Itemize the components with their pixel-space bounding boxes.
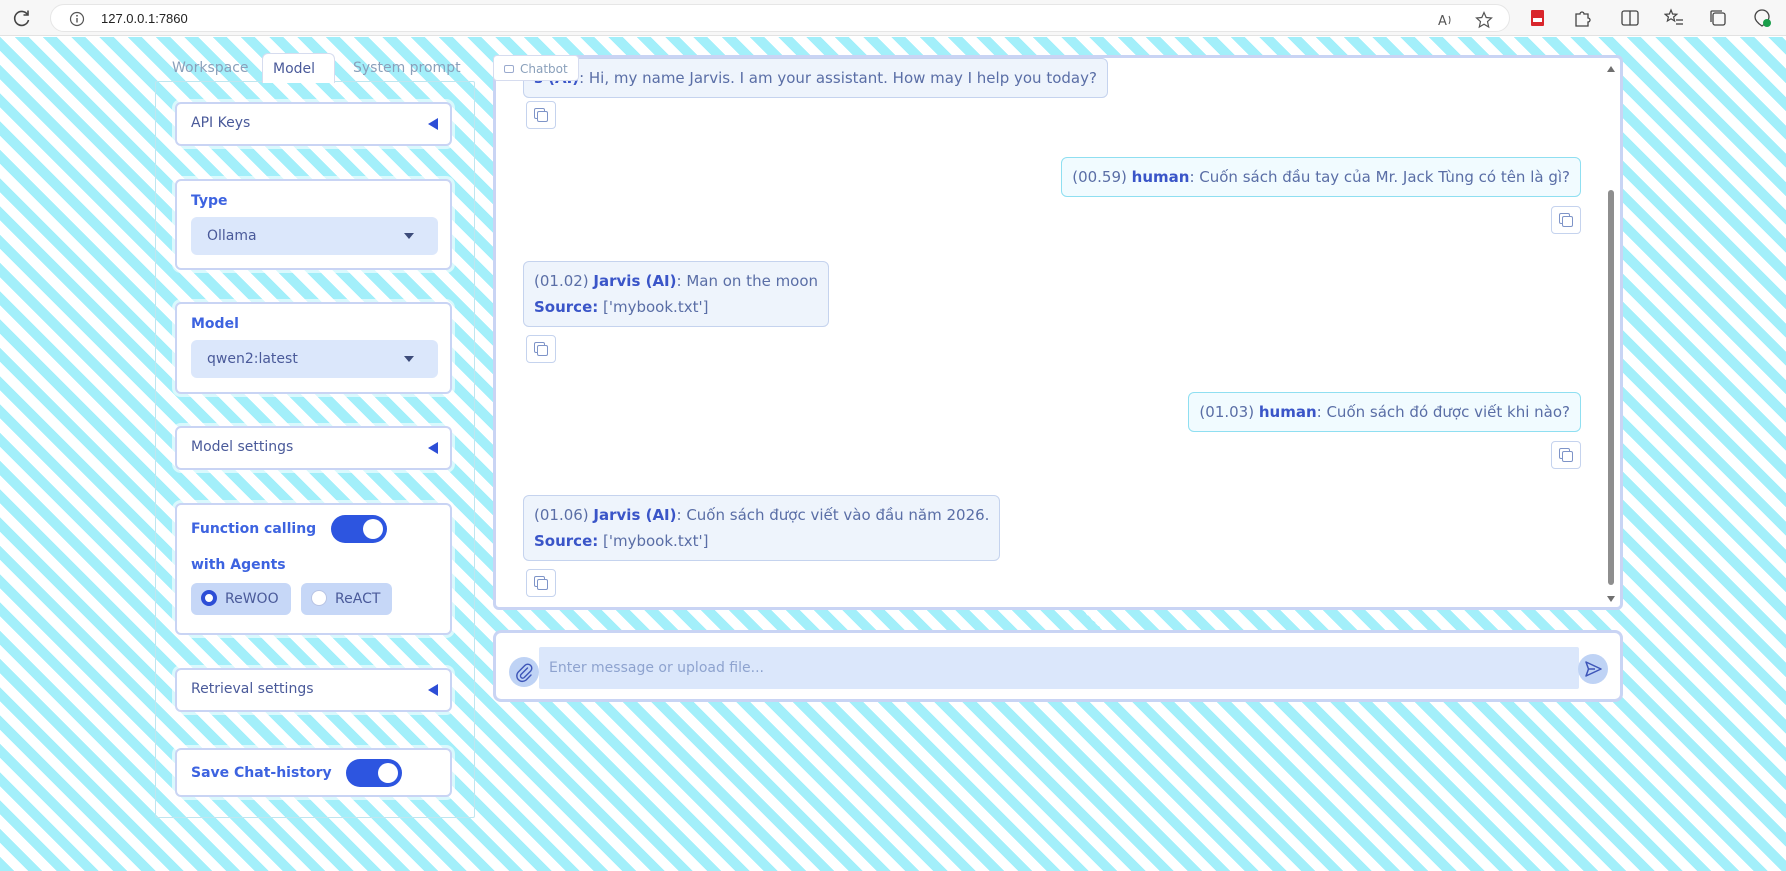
reload-icon[interactable]	[12, 8, 32, 28]
paperclip-icon	[516, 663, 533, 683]
send-button[interactable]	[1578, 654, 1608, 684]
message-ai: (01.06) Jarvis (AI): Cuốn sách được viết…	[523, 495, 1001, 561]
scroll-down-arrow-icon[interactable]	[1607, 596, 1615, 602]
toggle-knob	[362, 519, 383, 539]
api-keys-label: API Keys	[191, 115, 251, 131]
radio-rewoo[interactable]: ReWOO	[191, 583, 291, 615]
browser-essentials-icon[interactable]	[1752, 8, 1772, 28]
model-settings-label: Model settings	[191, 439, 294, 455]
split-screen-icon[interactable]	[1620, 8, 1640, 28]
radio-unchecked-icon	[311, 590, 328, 606]
message-text: : Cuốn sách đầu tay của Mr. Jack Tùng có…	[1189, 168, 1570, 186]
message-human: (01.03) human: Cuốn sách đó được viết kh…	[1188, 392, 1581, 432]
radio-rewoo-label: ReWOO	[225, 591, 279, 607]
message-time: (01.03)	[1199, 403, 1259, 421]
save-history-group: Save Chat-history	[175, 748, 452, 797]
message-text: : Cuốn sách được viết vào đầu năm 2026.	[676, 506, 990, 524]
extensions-puzzle-icon[interactable]	[1572, 8, 1592, 28]
url-text[interactable]: 127.0.0.1:7860	[101, 11, 188, 26]
favorites-list-icon[interactable]	[1664, 8, 1684, 28]
agents-label: with Agents	[191, 557, 286, 573]
retrieval-settings-label: Retrieval settings	[191, 681, 314, 697]
save-history-toggle[interactable]	[346, 759, 403, 787]
source-value: ['mybook.txt']	[598, 532, 709, 550]
tab-system-prompt[interactable]: System prompt	[343, 53, 471, 83]
message-speaker: human	[1258, 403, 1317, 421]
function-calling-label: Function calling	[191, 521, 317, 537]
model-select-group: Model qwen2:latest	[175, 302, 452, 394]
radio-react[interactable]: ReACT	[301, 583, 393, 615]
attach-file-button[interactable]	[509, 657, 539, 687]
radio-checked-icon	[201, 590, 217, 606]
chat-window: s (AI): Hi, my name Jarvis. I am your as…	[493, 55, 1623, 610]
model-value: qwen2:latest	[207, 351, 298, 367]
collapse-caret-icon[interactable]	[428, 118, 438, 130]
chat-scrollbar[interactable]	[1608, 190, 1614, 585]
message-text: : Man on the moon	[676, 272, 819, 290]
chatbot-label-tag: Chatbot	[493, 55, 579, 81]
chat-bubble-icon	[504, 65, 514, 73]
copy-message-button[interactable]	[1551, 441, 1581, 469]
send-arrow-icon	[1585, 661, 1602, 677]
api-keys-accordion[interactable]: API Keys	[175, 102, 452, 146]
collapse-caret-icon[interactable]	[428, 684, 438, 696]
browser-toolbar: 127.0.0.1:7860 A	[0, 0, 1786, 36]
chatbot-tag-text: Chatbot	[520, 62, 568, 76]
chevron-down-icon	[404, 233, 414, 239]
site-info-icon[interactable]	[69, 11, 85, 27]
collapse-caret-icon[interactable]	[428, 442, 438, 454]
message-speaker: Jarvis (AI)	[593, 506, 677, 524]
function-calling-group: Function calling with Agents ReWOO ReACT	[175, 503, 452, 635]
message-speaker: human	[1131, 168, 1190, 186]
copy-message-button[interactable]	[526, 335, 556, 363]
address-bar[interactable]: 127.0.0.1:7860 A	[50, 4, 1510, 32]
radio-react-label: ReACT	[335, 591, 381, 607]
source-label: Source:	[534, 532, 599, 550]
toggle-knob	[378, 763, 399, 783]
type-select-group: Type Ollama	[175, 179, 452, 270]
type-label: Type	[191, 193, 228, 209]
retrieval-settings-accordion[interactable]: Retrieval settings	[175, 668, 452, 712]
source-value: ['mybook.txt']	[598, 298, 709, 316]
model-dropdown[interactable]: qwen2:latest	[191, 340, 438, 378]
model-label: Model	[191, 316, 239, 332]
save-history-label: Save Chat-history	[191, 765, 332, 781]
message-time: (00.59)	[1072, 168, 1132, 186]
message-ai: s (AI): Hi, my name Jarvis. I am your as…	[523, 58, 1108, 98]
favorite-star-icon[interactable]	[1475, 11, 1493, 29]
scroll-up-arrow-icon[interactable]	[1607, 66, 1615, 72]
copy-message-button[interactable]	[1551, 206, 1581, 234]
message-time: (01.06)	[534, 506, 594, 524]
message-composer	[493, 630, 1623, 702]
message-speaker: Jarvis (AI)	[593, 272, 677, 290]
message-human: (00.59) human: Cuốn sách đầu tay của Mr.…	[1061, 157, 1581, 197]
source-label: Source:	[534, 298, 599, 316]
copy-message-button[interactable]	[526, 569, 556, 597]
message-time: (01.02)	[534, 272, 594, 290]
model-settings-accordion[interactable]: Model settings	[175, 426, 452, 470]
pdf-extension-icon[interactable]	[1528, 8, 1548, 28]
tab-model[interactable]: Model	[262, 53, 335, 83]
message-input[interactable]	[539, 647, 1579, 689]
tab-workspace[interactable]: Workspace	[162, 53, 259, 83]
type-dropdown[interactable]: Ollama	[191, 217, 438, 255]
type-value: Ollama	[207, 228, 257, 244]
message-text: : Cuốn sách đó được viết khi nào?	[1316, 403, 1570, 421]
copy-message-button[interactable]	[526, 101, 556, 129]
read-aloud-icon[interactable]: A	[1437, 11, 1455, 29]
svg-text:A: A	[1438, 14, 1447, 29]
message-ai: (01.02) Jarvis (AI): Man on the moon Sou…	[523, 261, 830, 327]
collections-icon[interactable]	[1708, 8, 1728, 28]
function-calling-toggle[interactable]	[330, 515, 387, 543]
message-text: : Hi, my name Jarvis. I am your assistan…	[579, 69, 1097, 87]
chevron-down-icon	[404, 356, 414, 362]
